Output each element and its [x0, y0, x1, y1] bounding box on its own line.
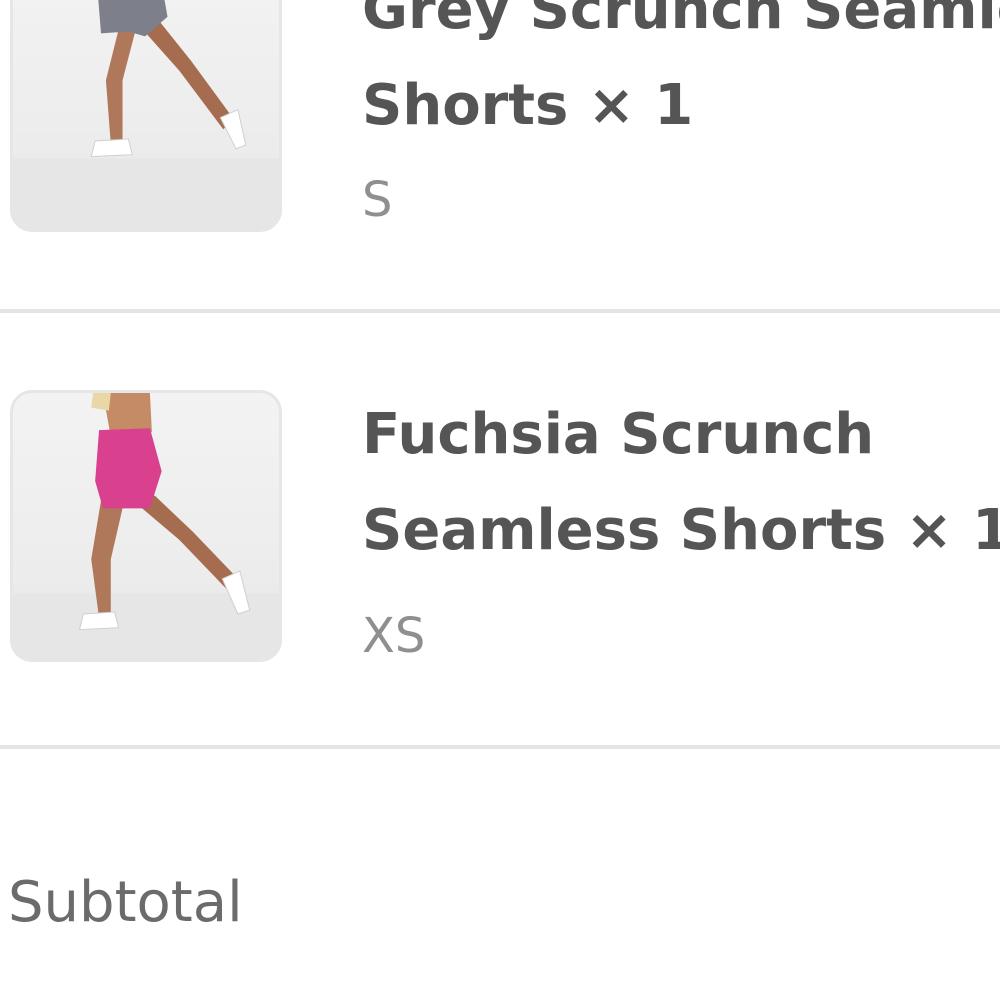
- product-photo-icon: [13, 393, 279, 659]
- cart-line-item: Grey Scrunch Seamless Shorts × 1 S: [0, 0, 1000, 252]
- product-photo-icon: [13, 0, 279, 229]
- product-title[interactable]: Fuchsia Scrunch Seamless Shorts × 1: [362, 387, 1000, 579]
- product-variant-size: XS: [362, 608, 426, 664]
- product-variant-size: S: [362, 172, 393, 228]
- order-summary: Grey Scrunch Seamless Shorts × 1 S: [0, 0, 1000, 1000]
- product-title[interactable]: Grey Scrunch Seamless Shorts × 1: [362, 0, 1000, 154]
- product-thumbnail: [10, 390, 282, 662]
- cart-line-item: Fuchsia Scrunch Seamless Shorts × 1 XS: [0, 312, 1000, 746]
- product-thumbnail: [10, 0, 282, 232]
- divider: [0, 745, 1000, 749]
- subtotal-label: Subtotal: [8, 870, 243, 935]
